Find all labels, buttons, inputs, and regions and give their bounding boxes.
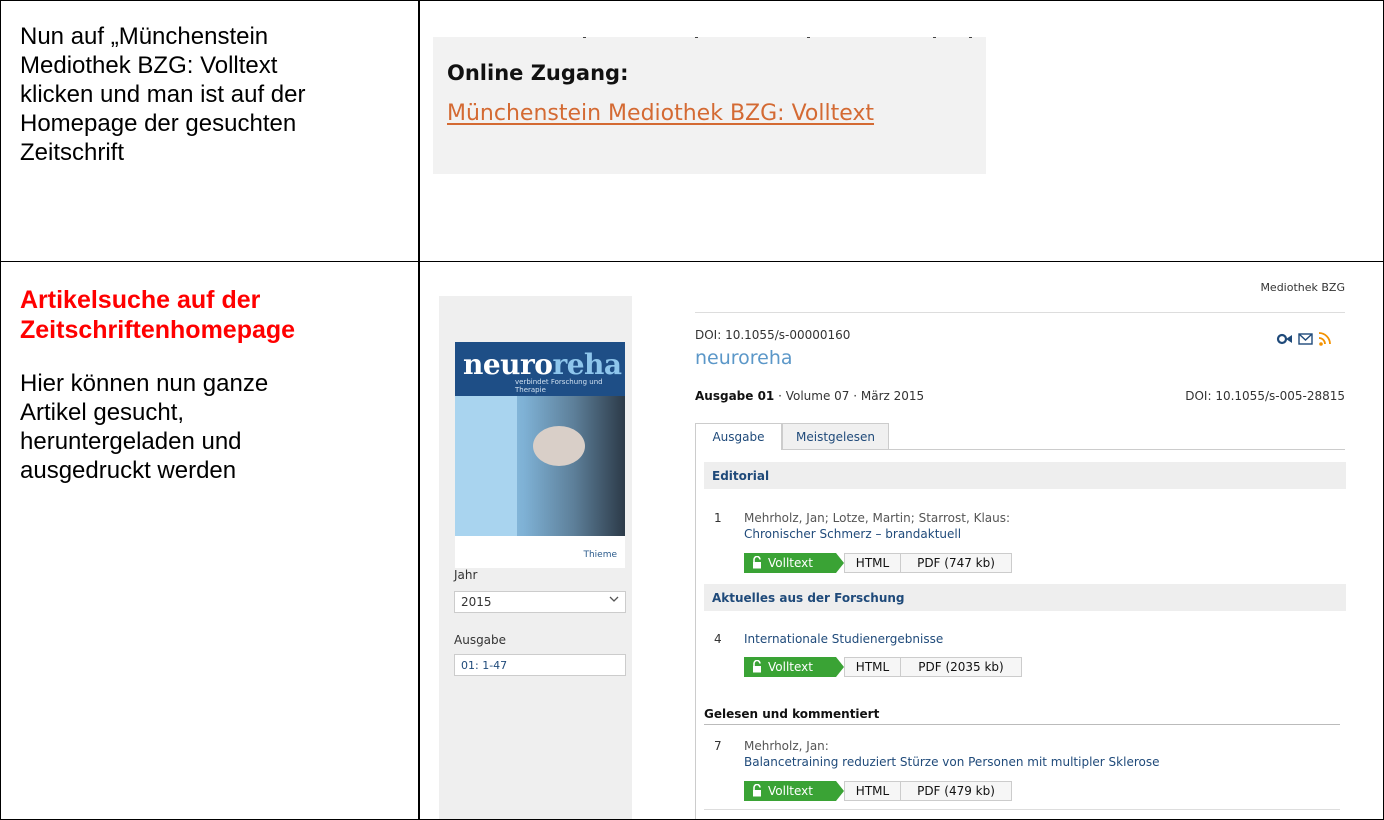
row2-heading: Artikelsuche auf der Zeitschriftenhomepa… (20, 285, 415, 345)
fulltext-access-link[interactable]: Münchenstein Mediothek BZG: Volltext (447, 101, 874, 126)
issue-select[interactable]: 01: 1-47 (454, 654, 626, 676)
journal-main: Mediothek BZG DOI: 10.1055/s-00000160 ne… (695, 278, 1355, 819)
unlock-icon (753, 784, 761, 797)
cover-subtitle: verbindet Forschung und Therapie (515, 378, 603, 394)
fulltext-button[interactable]: Volltext (744, 781, 844, 801)
section-editorial: Editorial (704, 462, 1346, 489)
body-line: ausgedruckt werden (20, 457, 237, 484)
journal-homepage-screenshot: neuroreha verbindet Forschung und Therap… (437, 278, 1383, 819)
rss-icon[interactable] (1318, 332, 1331, 346)
html-button[interactable]: HTML (844, 657, 901, 677)
article-number: 4 (714, 632, 722, 646)
body-line: Hier können nun ganze (20, 370, 269, 397)
issue-panel: Editorial 1 Mehrholz, Jan; Lotze, Martin… (695, 449, 1346, 819)
article-title-link[interactable]: Balancetraining reduziert Stürze von Per… (744, 755, 1159, 769)
unlock-icon (753, 556, 761, 569)
heading-line: Zeitschriftenhomepage (20, 316, 296, 344)
issue-label: Ausgabe (454, 633, 507, 647)
issue-info: Ausgabe 01 · Volume 07 · März 2015 (695, 389, 925, 403)
section-research-news: Aktuelles aus der Forschung (704, 584, 1346, 611)
section-read-and-commented: Gelesen und kommentiert (704, 707, 880, 721)
instruction-line: klicken und man ist auf der (20, 81, 306, 108)
instruction-line: Nun auf „Münchenstein (20, 23, 269, 50)
orcid-share-icon[interactable] (1276, 333, 1292, 345)
html-button[interactable]: HTML (844, 553, 901, 573)
journal-sidebar: neuroreha verbindet Forschung und Therap… (439, 296, 632, 819)
issue-tabs: Ausgabe Meistgelesen (695, 423, 1345, 450)
journal-title[interactable]: neuroreha (695, 347, 793, 369)
body-line: heruntergeladen und (20, 428, 242, 455)
publisher-logo: Thieme (583, 550, 617, 560)
year-select[interactable]: 2015 (454, 591, 626, 613)
table-border-middle (0, 261, 1384, 262)
article-title-link[interactable]: Chronischer Schmerz – brandaktuell (744, 527, 961, 541)
instruction-line: Mediothek BZG: Volltext (20, 52, 278, 79)
issue-doi: DOI: 10.1055/s-005-28815 (1185, 389, 1345, 403)
article-authors: Mehrholz, Jan: (744, 739, 829, 753)
online-access-heading: Online Zugang: (447, 61, 629, 85)
cropped-edge (433, 37, 986, 41)
row2-body: Hier können nun ganze Artikel gesucht, h… (20, 369, 415, 485)
body-line: Artikel gesucht, (20, 399, 185, 426)
tab-ausgabe[interactable]: Ausgabe (695, 423, 782, 450)
mail-icon[interactable] (1298, 333, 1313, 345)
cover-brand: neuroreha (463, 348, 622, 381)
chevron-down-icon (609, 596, 619, 602)
article-authors: Mehrholz, Jan; Lotze, Martin; Starrost, … (744, 511, 1011, 525)
institution-name: Mediothek BZG (1260, 281, 1345, 294)
instruction-line: Zeitschrift (20, 139, 125, 166)
pdf-button[interactable]: PDF (747 kb) (900, 553, 1012, 573)
article-title-link[interactable]: Internationale Studienergebnisse (744, 632, 943, 646)
share-icons (1276, 332, 1331, 346)
fulltext-button[interactable]: Volltext (744, 657, 844, 677)
tab-meistgelesen[interactable]: Meistgelesen (782, 423, 889, 450)
table-border-divider (418, 0, 420, 820)
fulltext-button[interactable]: Volltext (744, 553, 844, 573)
heading-line: Artikelsuche auf der (20, 286, 261, 314)
html-button[interactable]: HTML (844, 781, 901, 801)
online-access-screenshot: Online Zugang: Münchenstein Mediothek BZ… (433, 37, 986, 174)
article-number: 1 (714, 511, 722, 525)
unlock-icon (753, 660, 761, 673)
journal-doi: DOI: 10.1055/s-00000160 (695, 328, 851, 342)
pdf-button[interactable]: PDF (2035 kb) (900, 657, 1022, 677)
table-border-left (0, 0, 1, 820)
instruction-line: Homepage der gesuchten (20, 110, 297, 137)
year-label: Jahr (454, 568, 478, 582)
journal-cover[interactable]: neuroreha verbindet Forschung und Therap… (455, 342, 625, 568)
table-border-top (0, 0, 1384, 1)
pdf-button[interactable]: PDF (479 kb) (900, 781, 1012, 801)
article-number: 7 (714, 739, 722, 753)
row1-instruction: Nun auf „Münchenstein Mediothek BZG: Vol… (20, 22, 410, 167)
